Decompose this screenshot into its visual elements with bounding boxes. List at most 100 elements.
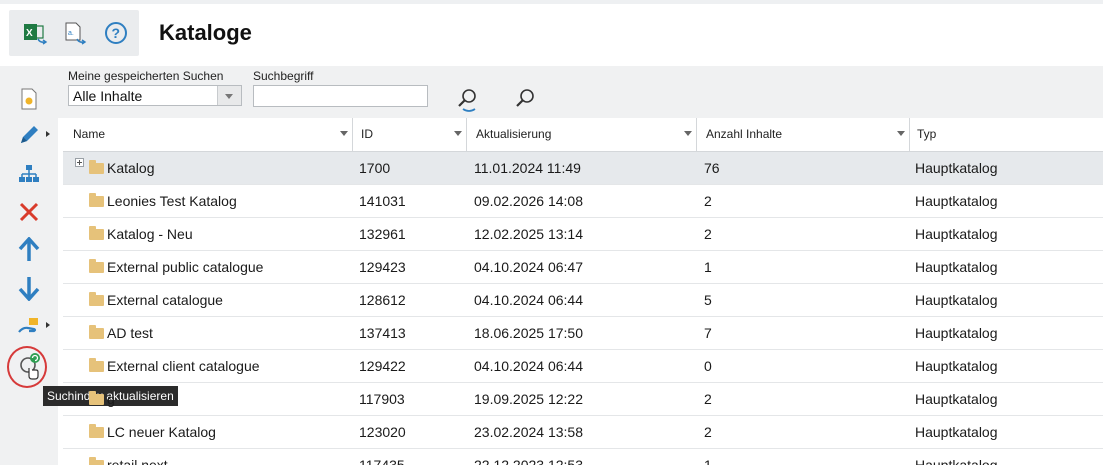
- cell-type: Hauptkatalog: [915, 292, 998, 308]
- svg-text:a.: a.: [68, 30, 74, 37]
- cell-updated: 04.10.2024 06:44: [474, 292, 583, 308]
- table-row[interactable]: External client catalogue 129422 04.10.202…: [63, 350, 1103, 383]
- search-term-label: Suchbegriff: [253, 69, 314, 83]
- cell-name: External catalogue: [107, 292, 223, 308]
- new-document-icon: [21, 88, 37, 110]
- svg-text:?: ?: [112, 25, 121, 41]
- cell-count: 7: [704, 325, 712, 341]
- catalog-table: Name ID Aktualisierung Anzahl Inhalte Ty…: [63, 118, 1103, 465]
- cell-name: External client catalogue: [107, 358, 260, 374]
- cell-updated: 04.10.2024 06:47: [474, 259, 583, 275]
- cell-updated: 09.02.2026 14:08: [474, 193, 583, 209]
- cell-name: Katalog: [107, 160, 155, 176]
- cell-name: LC neuer Katalog: [107, 424, 216, 440]
- search-icon: [516, 89, 534, 107]
- edit-button[interactable]: [12, 119, 50, 151]
- saved-searches-select[interactable]: Alle Inhalte: [68, 85, 242, 106]
- svg-text:X: X: [26, 28, 33, 39]
- cell-name: g: [107, 391, 115, 407]
- search-term-input[interactable]: [253, 85, 428, 107]
- header-toolbar: X a. ?: [9, 10, 139, 56]
- cell-updated: 23.02.2024 13:58: [474, 424, 583, 440]
- cell-id: 1700: [359, 160, 391, 176]
- cell-id: 117903: [359, 391, 405, 407]
- new-document-button[interactable]: [12, 83, 46, 115]
- folder-icon: [89, 424, 104, 438]
- table-row[interactable]: Katalog 1700 11.01.2024 11:49 76 Hauptkatalo…: [63, 152, 1103, 185]
- folder-icon: [89, 259, 104, 273]
- delete-icon: [19, 202, 39, 222]
- cell-updated: 18.06.2025 17:50: [474, 325, 583, 341]
- text-export-icon: a.: [65, 22, 87, 45]
- cell-type: Hauptkatalog: [915, 259, 998, 275]
- table-row[interactable]: g 117903 19.09.2025 12:22 2 Hauptkatalog: [63, 383, 1103, 416]
- pencil-icon: [21, 126, 38, 143]
- cell-type: Hauptkatalog: [915, 193, 998, 209]
- table-header: Name ID Aktualisierung Anzahl Inhalte Ty…: [63, 118, 1103, 152]
- user-search-icon: [458, 89, 476, 112]
- help-icon: ?: [105, 22, 127, 44]
- cell-type: Hauptkatalog: [915, 160, 998, 176]
- column-header-updated[interactable]: Aktualisierung: [466, 118, 697, 151]
- cell-count: 2: [704, 193, 712, 209]
- cell-updated: 11.01.2024 11:49: [474, 160, 581, 176]
- folder-icon: [89, 325, 104, 339]
- cell-count: 2: [704, 226, 712, 242]
- sort-arrow-icon[interactable]: [340, 131, 348, 136]
- cell-type: Hauptkatalog: [915, 358, 998, 374]
- cell-id: 141031: [359, 193, 406, 209]
- move-up-button[interactable]: [12, 234, 46, 266]
- cell-name: External public catalogue: [107, 259, 264, 275]
- table-row[interactable]: Katalog - Neu 132961 12.02.2025 13:14 2 Haup…: [63, 218, 1103, 251]
- cell-name: retail next: [107, 457, 168, 465]
- cell-count: 1: [704, 259, 712, 275]
- table-row[interactable]: Leonies Test Katalog 141031 09.02.2026 14:…: [63, 185, 1103, 218]
- sort-arrow-icon[interactable]: [897, 131, 905, 136]
- delete-button[interactable]: [12, 196, 46, 228]
- cell-count: 2: [704, 424, 712, 440]
- cell-updated: 22.12.2023 12:53: [474, 457, 583, 465]
- cell-count: 76: [704, 160, 720, 176]
- cell-id: 128612: [359, 292, 406, 308]
- expand-icon[interactable]: [75, 158, 84, 167]
- table-row[interactable]: retail next 117435 22.12.2023 12:53 1 Hauptk…: [63, 449, 1103, 465]
- cell-name: Leonies Test Katalog: [107, 193, 237, 209]
- advanced-search-button[interactable]: [454, 86, 482, 114]
- column-header-count[interactable]: Anzahl Inhalte: [696, 118, 910, 151]
- search-button[interactable]: [511, 85, 539, 113]
- click-highlight-ring: [7, 346, 47, 388]
- column-header-type[interactable]: Typ: [907, 118, 1103, 151]
- table-row[interactable]: External catalogue 128612 04.10.2024 06:44…: [63, 284, 1103, 317]
- cell-updated: 04.10.2024 06:44: [474, 358, 583, 374]
- cell-count: 1: [704, 457, 712, 465]
- cell-updated: 12.02.2025 13:14: [474, 226, 583, 242]
- saved-searches-label: Meine gespeicherten Suchen: [68, 69, 224, 83]
- top-border: [0, 0, 1103, 4]
- sort-arrow-icon[interactable]: [684, 131, 692, 136]
- cell-id: 132961: [359, 226, 406, 242]
- table-row[interactable]: LC neuer Katalog 123020 23.02.2024 13:58 2 H…: [63, 416, 1103, 449]
- move-down-button[interactable]: [12, 272, 46, 304]
- help-button[interactable]: ?: [97, 14, 135, 52]
- folder-icon: [89, 358, 104, 372]
- cell-count: 0: [704, 358, 712, 374]
- table-row[interactable]: External public catalogue 129423 04.10.202…: [63, 251, 1103, 284]
- share-button[interactable]: [12, 310, 50, 342]
- sort-arrow-icon[interactable]: [454, 131, 462, 136]
- arrow-up-icon: [18, 237, 40, 261]
- cell-id: 117435: [359, 457, 405, 465]
- excel-export-button[interactable]: X: [17, 14, 55, 52]
- arrow-down-icon: [18, 277, 40, 301]
- table-row[interactable]: AD test 137413 18.06.2025 17:50 7 Hauptkatal…: [63, 317, 1103, 350]
- folder-icon: [89, 193, 104, 207]
- column-header-name[interactable]: Name: [63, 118, 353, 151]
- saved-searches-value: Alle Inhalte: [73, 88, 143, 104]
- column-header-id[interactable]: ID: [351, 118, 467, 151]
- text-export-button[interactable]: a.: [57, 14, 95, 52]
- cell-id: 129423: [359, 259, 406, 275]
- folder-icon: [89, 292, 104, 306]
- folder-icon: [89, 226, 104, 240]
- structure-button[interactable]: [12, 158, 46, 190]
- chevron-down-icon[interactable]: [217, 86, 241, 105]
- cell-type: Hauptkatalog: [915, 226, 998, 242]
